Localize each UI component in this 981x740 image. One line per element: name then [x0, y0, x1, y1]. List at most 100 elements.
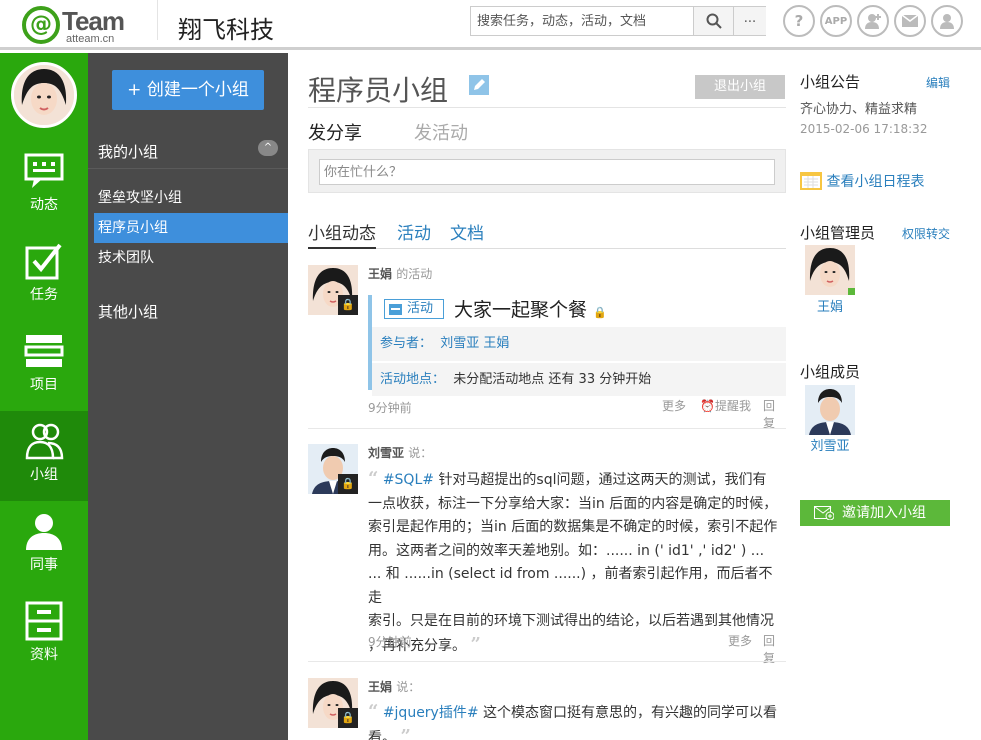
member-avatar[interactable] [805, 385, 855, 435]
author-action: 的活动 [396, 267, 433, 281]
group-item-selected[interactable]: 程序员小组 [94, 213, 288, 243]
clock-icon: ⏰ [700, 399, 715, 413]
quote-open-icon: “ [368, 701, 379, 722]
main-content: 程序员小组 退出小组 发分享 发活动 小组动态 活动 文档 🔒 王娟 的活动 活… [288, 53, 798, 740]
feed-author[interactable]: 王娟 说： [368, 678, 420, 695]
admin-avatar[interactable] [805, 245, 855, 295]
nav-item-colleagues[interactable]: 同事 [0, 501, 88, 591]
create-group-button[interactable]: + 创建一个小组 [112, 70, 264, 110]
author-avatar[interactable]: 🔒 [308, 444, 358, 494]
author-action: 说： [408, 446, 433, 460]
add-contact-icon[interactable] [857, 5, 889, 37]
invite-button[interactable]: 邀请加入小组 [800, 500, 950, 526]
company-name: 翔飞科技 [178, 16, 274, 44]
feed-tabs: 小组动态 活动 文档 [308, 213, 786, 249]
user-icon[interactable] [931, 5, 963, 37]
calendar-icon [389, 304, 402, 315]
search-input[interactable] [471, 7, 693, 35]
divider [308, 661, 786, 662]
activity-card: 活动 大家一起聚个餐 🔒 参与者： 刘雪亚 王娟 活动地点： 未分配活动地点 还… [368, 295, 786, 396]
author-name[interactable]: 刘雪亚 [368, 446, 404, 460]
nav-item-groups[interactable]: 小组 [0, 411, 88, 501]
post-line: “ #SQL# 针对马超提出的sql问题，通过这两天的测试，我们有 [368, 468, 786, 493]
lock-icon: 🔒 [338, 708, 358, 728]
calendar-link-label[interactable]: 查看小组日程表 [826, 174, 924, 190]
participants-label: 参与者： [380, 336, 433, 351]
post-line: ... 和 ......in (select id from ......) ，… [368, 566, 773, 606]
quote-open-icon: “ [368, 468, 379, 489]
quote-close-icon: ” [470, 633, 481, 655]
search-icon [706, 13, 722, 29]
tab-activity[interactable]: 发活动 [414, 119, 468, 145]
admin-name[interactable]: 王娟 [800, 296, 860, 315]
post-body: “ #SQL# 针对马超提出的sql问题，通过这两天的测试，我们有 一点收获，标… [368, 468, 786, 658]
collapse-button[interactable]: ^ [258, 140, 278, 156]
feed-author[interactable]: 王娟 的活动 [368, 265, 432, 282]
author-avatar[interactable]: 🔒 [308, 678, 358, 728]
hashtag-link[interactable]: #jquery插件# [383, 705, 479, 721]
more-link[interactable]: 更多 [662, 397, 686, 414]
post-line: 索引。只是在目前的环境下测试得出的结论，以后若遇到其他情况 [368, 613, 774, 629]
feed-author[interactable]: 刘雪亚 说： [368, 444, 432, 461]
member-name[interactable]: 刘雪亚 [800, 435, 860, 454]
author-name[interactable]: 王娟 [368, 680, 392, 694]
post-text: 针对马超提出的sql问题，通过这两天的测试，我们有 [438, 472, 767, 488]
post-line: 一点收获，标注一下分享给大家：当in 后面的内容是确定的时候， [368, 495, 778, 512]
participants-names[interactable]: 刘雪亚 王娟 [440, 336, 509, 351]
author-action: 说： [396, 680, 421, 694]
calendar-link[interactable]: 查看小组日程表 [800, 170, 924, 191]
transfer-admin-link[interactable]: 权限转交 [902, 225, 950, 242]
mail-icon[interactable] [894, 5, 926, 37]
nav-item-tasks[interactable]: 任务 [0, 231, 88, 321]
post-input[interactable] [319, 159, 775, 185]
author-avatar[interactable]: 🔒 [308, 265, 358, 315]
remind-link[interactable]: ⏰提醒我 [700, 397, 751, 414]
search-box: ... [470, 6, 766, 36]
app-icon[interactable]: APP [820, 5, 852, 37]
reply-link[interactable]: 回复 [763, 397, 786, 431]
logo[interactable]: @ Team atteam.cn [22, 6, 142, 48]
more-link[interactable]: 更多 [728, 632, 752, 649]
notice-edit-link[interactable]: 编辑 [926, 74, 950, 91]
page-title: 程序员小组 [308, 74, 449, 107]
nav-item-projects[interactable]: 项目 [0, 321, 88, 411]
tab-share[interactable]: 发分享 [308, 119, 362, 145]
group-item[interactable]: 技术团队 [94, 243, 288, 273]
invite-label: 邀请加入小组 [842, 505, 926, 521]
search-button[interactable] [693, 7, 733, 35]
quit-group-button[interactable]: 退出小组 [695, 75, 785, 99]
group-icon [25, 423, 64, 460]
activity-tag[interactable]: 活动 [384, 299, 444, 319]
participants-row: 参与者： 刘雪亚 王娟 [372, 327, 786, 361]
activity-title[interactable]: 大家一起聚个餐 🔒 [454, 295, 607, 322]
post-line: “ #jquery插件# 这个模态窗口挺有意思的，有兴趣的同学可以看看。 ” [368, 701, 786, 740]
hashtag-link[interactable]: #SQL# [383, 472, 434, 488]
post-line: 索引是起作用的；当in 后面的数据集是不确定的时候，索引不起作 [368, 519, 778, 535]
members-title: 小组成员 [800, 363, 861, 381]
location-label: 活动地点： [380, 372, 446, 387]
help-icon[interactable]: ? [783, 5, 815, 37]
group-item[interactable]: 堡垒攻坚小组 [94, 183, 288, 213]
chat-icon [24, 153, 64, 188]
nav-item-feed[interactable]: 动态 [0, 141, 88, 231]
other-groups-title[interactable]: 其他小组 [98, 301, 158, 322]
tab-group-feed[interactable]: 小组动态 [308, 219, 376, 249]
nav-label: 资料 [30, 647, 58, 663]
edit-icon[interactable] [469, 75, 489, 95]
location-value: 未分配活动地点 还有 33 分钟开始 [453, 372, 652, 387]
invite-mail-icon [814, 506, 834, 520]
tab-documents[interactable]: 文档 [450, 219, 484, 249]
notice-text: 齐心协力、精益求精 [800, 102, 918, 117]
calendar-icon [800, 172, 822, 190]
remind-label: 提醒我 [714, 399, 751, 413]
my-groups-title: 我的小组 [98, 143, 159, 161]
quote-close-icon: ” [400, 725, 411, 740]
author-name[interactable]: 王娟 [368, 267, 392, 281]
user-avatar[interactable] [11, 62, 77, 128]
divider [308, 428, 786, 429]
right-panel: 小组公告 编辑 齐心协力、精益求精 2015-02-06 17:18:32 查看… [798, 53, 981, 740]
nav-item-files[interactable]: 资料 [0, 591, 88, 681]
tab-activities[interactable]: 活动 [397, 219, 431, 249]
search-more-button[interactable]: ... [733, 7, 766, 35]
activity-title-text[interactable]: 大家一起聚个餐 [454, 299, 587, 321]
